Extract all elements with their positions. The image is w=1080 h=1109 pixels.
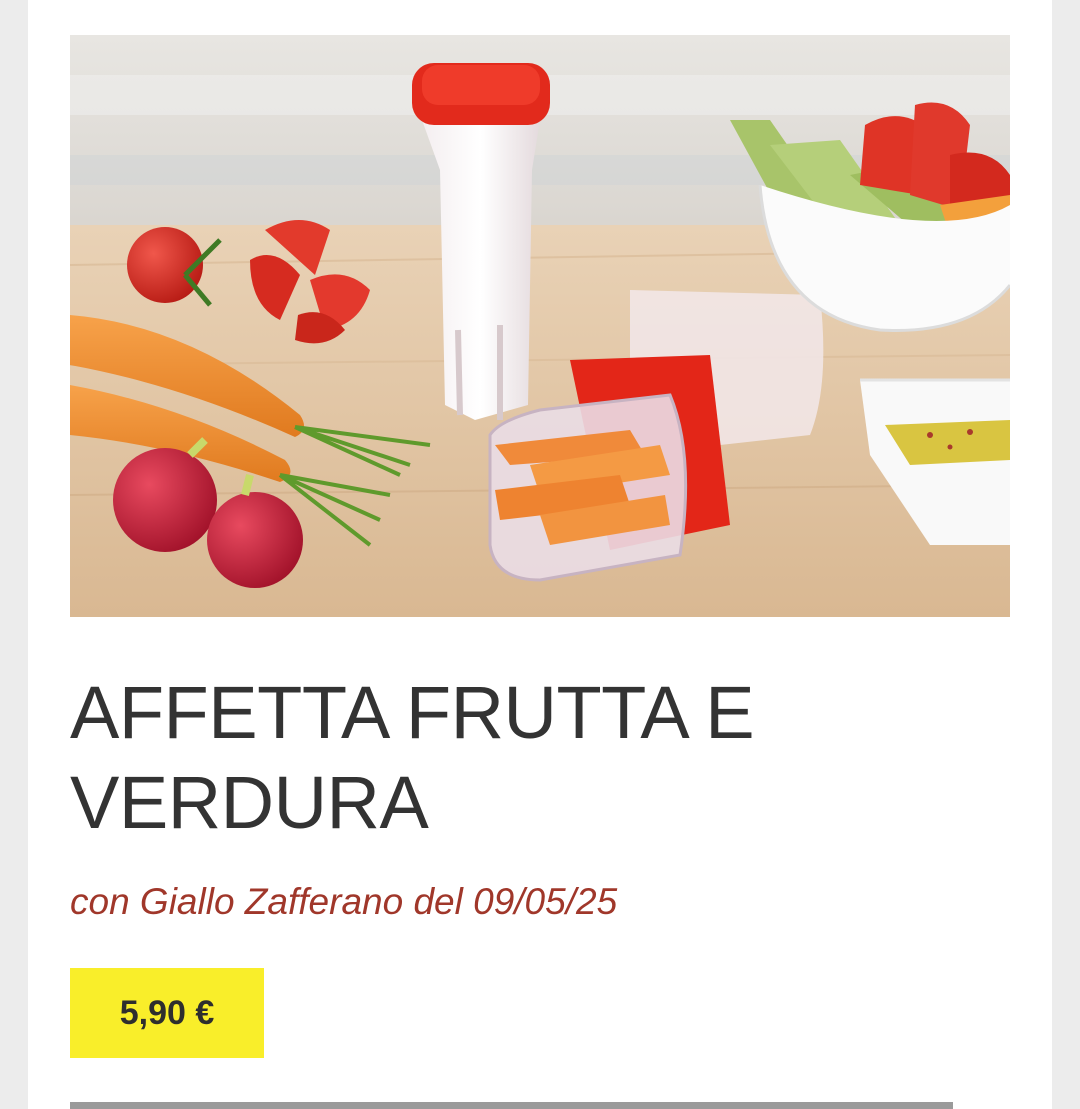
product-image[interactable] xyxy=(70,35,1010,617)
divider xyxy=(70,1102,953,1109)
product-subtitle: con Giallo Zafferano del 09/05/25 xyxy=(70,881,618,922)
price-badge: 5,90 € xyxy=(70,968,264,1058)
price-value: 5,90 € xyxy=(119,993,215,1032)
product-title: AFFETTA FRUTTA E VERDURA xyxy=(70,671,755,844)
product-card: AFFETTA FRUTTA E VERDURA con Giallo Zaff… xyxy=(28,0,1052,1109)
